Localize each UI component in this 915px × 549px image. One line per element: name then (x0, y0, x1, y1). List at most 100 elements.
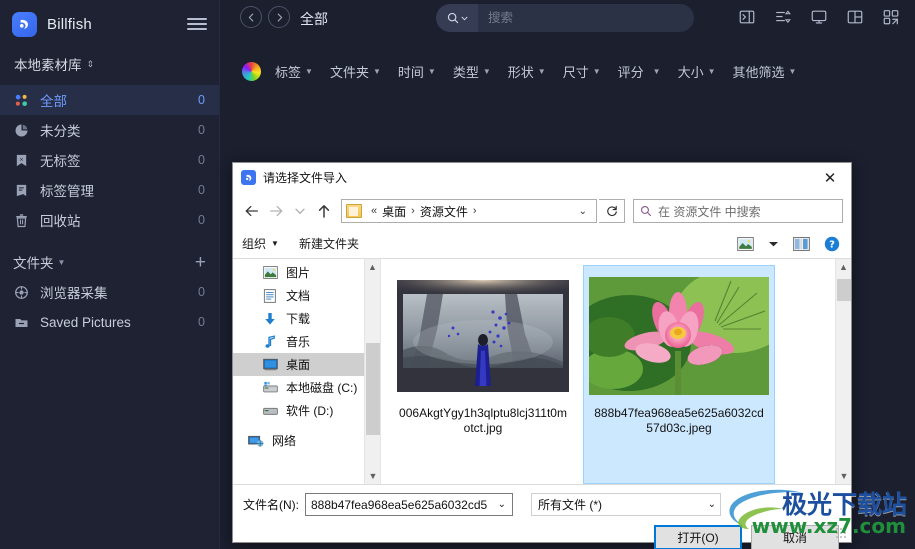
filter-size[interactable]: 大小 ▼ (678, 62, 716, 81)
search-input[interactable] (478, 11, 694, 25)
desktop-icon (261, 357, 279, 373)
scroll-down-icon[interactable]: ▼ (365, 468, 380, 484)
chevron-down-icon: ▼ (427, 66, 436, 76)
sidebar-item-browser-capture[interactable]: 浏览器采集 0 (0, 277, 219, 307)
library-label: 本地素材库 (14, 58, 82, 73)
refresh-button[interactable] (599, 199, 625, 223)
tree-item-music[interactable]: 音乐 (233, 330, 380, 353)
sidebar-item-recycle-bin[interactable]: 回收站 0 (0, 205, 219, 235)
billfish-app-window: Billfish 本地素材库 ⇕ 全部 0 未分类 0 × 无标签 0 标签管理… (0, 0, 915, 549)
sidebar-item-untagged[interactable]: × 无标签 0 (0, 145, 219, 175)
filter-dimension[interactable]: 尺寸 ▼ (563, 62, 601, 81)
sidebar-item-count: 0 (198, 153, 205, 167)
open-button[interactable]: 打开(O) (654, 525, 742, 549)
scroll-up-icon[interactable]: ▲ (836, 259, 851, 275)
grid-layout-icon[interactable] (845, 7, 865, 27)
hamburger-icon[interactable] (187, 16, 207, 32)
breadcrumb-segment-resources[interactable]: 资源文件 (420, 203, 468, 220)
tree-item-pictures[interactable]: 图片 (233, 261, 380, 284)
resize-grip[interactable] (836, 528, 848, 540)
dialog-search-box[interactable]: 在 资源文件 中搜索 (633, 199, 843, 223)
filter-label: 其他筛选 (732, 64, 785, 80)
sidebar-item-tag-manage[interactable]: 标签管理 0 (0, 175, 219, 205)
file-thumbnail (392, 272, 574, 400)
filter-label: 形状 (507, 64, 534, 80)
tree-item-network[interactable]: 网络 (233, 429, 380, 452)
sidebar: Billfish 本地素材库 ⇕ 全部 0 未分类 0 × 无标签 0 标签管理… (0, 0, 220, 549)
tree-item-desktop[interactable]: 桌面 (233, 353, 380, 376)
sidebar-item-count: 0 (198, 315, 205, 329)
scroll-up-icon[interactable]: ▲ (365, 259, 380, 275)
preview-pane-icon[interactable] (793, 236, 810, 251)
tree-item-software-d[interactable]: 软件 (D:) (233, 399, 380, 422)
chevron-down-icon[interactable]: ⌄ (494, 499, 510, 510)
display-icon[interactable] (809, 7, 829, 27)
forward-button[interactable] (265, 199, 287, 223)
search-scope-dropdown[interactable] (436, 4, 478, 32)
filetype-dropdown[interactable]: 所有文件 (*) ⌄ (531, 493, 721, 516)
back-button[interactable] (240, 6, 262, 28)
dialog-view-controls: ? (737, 236, 842, 252)
panel-toggle-icon[interactable] (737, 7, 757, 27)
tree-item-label: 下载 (286, 312, 311, 326)
new-folder-button[interactable]: 新建文件夹 (299, 235, 359, 252)
filter-shape[interactable]: 形状 ▼ (508, 62, 546, 81)
breadcrumb-prefix: « (371, 205, 378, 217)
help-icon[interactable]: ? (824, 236, 840, 252)
filter-folders[interactable]: 文件夹 ▼ (330, 62, 381, 81)
scroll-down-icon[interactable]: ▼ (836, 468, 852, 484)
cancel-button[interactable]: 取消 (751, 525, 839, 549)
sidebar-item-uncategorized[interactable]: 未分类 0 (0, 115, 219, 145)
dialog-title-bar: 请选择文件导入 ✕ (233, 163, 851, 193)
filter-type[interactable]: 类型 ▼ (453, 62, 491, 81)
file-item[interactable]: 888b47fea968ea5e625a6032cd57d03c.jpeg (583, 265, 775, 484)
tree-item-downloads[interactable]: 下载 (233, 307, 380, 330)
breadcrumb-segment-desktop[interactable]: 桌面 (382, 203, 406, 220)
chevron-down-icon[interactable]: ⌄ (572, 206, 594, 217)
scrollbar-thumb[interactable] (837, 279, 851, 301)
breadcrumb-separator-icon: › (472, 205, 477, 217)
filename-input[interactable]: 888b47fea968ea5e625a6032cd5 ⌄ (305, 493, 513, 516)
sidebar-item-count: 0 (198, 213, 205, 227)
view-mode-caret-icon[interactable] (768, 240, 779, 248)
file-list-scrollbar[interactable]: ▲ ▼ (835, 259, 851, 484)
forward-button[interactable] (268, 6, 290, 28)
organize-label: 组织 (242, 237, 267, 251)
organize-menu[interactable]: 组织 ▼ (242, 235, 279, 252)
sidebar-item-count: 0 (198, 285, 205, 299)
sidebar-item-saved-pictures[interactable]: Saved Pictures 0 (0, 307, 219, 337)
tree-list: 图片 文档 下载 音乐 桌面 本地磁盘 (C:) 软件 (D:) 网络 (233, 259, 380, 452)
recent-locations-button[interactable] (289, 199, 311, 223)
tree-scrollbar[interactable]: ▲ ▼ (364, 259, 380, 484)
toolbar-icons (737, 7, 901, 27)
up-button[interactable] (313, 199, 335, 223)
filename-label: 文件名(N): (243, 498, 299, 512)
tree-item-local-disk-c[interactable]: 本地磁盘 (C:) (233, 376, 380, 399)
library-selector[interactable]: 本地素材库 ⇕ (0, 49, 219, 79)
filter-other[interactable]: 其他筛选 ▼ (733, 62, 797, 81)
sort-icon[interactable] (773, 7, 793, 27)
sidebar-item-all[interactable]: 全部 0 (0, 85, 219, 115)
folder-section-header[interactable]: 文件夹 ▼ + (0, 247, 219, 277)
filter-time[interactable]: 时间 ▼ (398, 62, 436, 81)
view-mode-icon[interactable] (737, 236, 754, 251)
close-icon[interactable]: ✕ (815, 166, 845, 190)
filter-tags[interactable]: 标签 ▼ (275, 62, 313, 81)
add-folder-button[interactable]: + (195, 253, 206, 272)
drive-icon (261, 380, 279, 396)
chevron-down-icon[interactable]: ⌄ (708, 499, 716, 510)
filter-rating[interactable]: 评分 ▼ (618, 62, 661, 81)
color-wheel-icon[interactable] (242, 61, 261, 81)
file-item[interactable]: 006AkgtYgy1h3qlptu8lcj311t0motct.jpg (387, 265, 579, 484)
tree-item-documents[interactable]: 文档 (233, 284, 380, 307)
sidebar-item-count: 0 (198, 123, 205, 137)
masonry-layout-icon[interactable] (881, 7, 901, 27)
dialog-navigation-bar: « 桌面 › 资源文件 › ⌄ 在 资源文件 中搜索 (233, 193, 851, 229)
scrollbar-thumb[interactable] (366, 343, 380, 435)
address-breadcrumb-bar[interactable]: « 桌面 › 资源文件 › ⌄ (341, 199, 597, 223)
chevron-down-icon: ▼ (305, 66, 313, 76)
back-button[interactable] (241, 199, 263, 223)
file-name-label: 888b47fea968ea5e625a6032cd57d03c.jpeg (594, 406, 764, 435)
chevron-down-icon: ▼ (537, 66, 546, 76)
sidebar-item-label: Saved Pictures (40, 314, 131, 330)
